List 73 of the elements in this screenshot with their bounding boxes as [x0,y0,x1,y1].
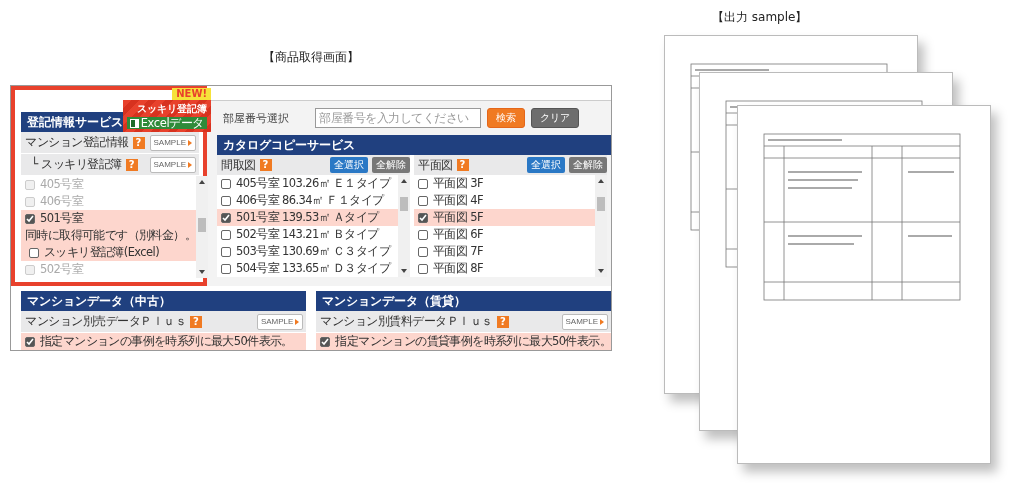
note-text: 同時に取得可能です（別料金）。 [25,228,196,243]
item-label: 平面図 5F [433,210,483,225]
sample-button[interactable]: SAMPLE [561,313,608,330]
section-header: カタログコピーサービス [217,135,611,155]
item-label: 平面図 3F [433,176,483,191]
room-label: 502号室 [40,262,83,277]
item-label: 504号室 133.65㎡ Ｄ３タイプ [236,261,391,276]
scrollbar[interactable] [398,175,410,277]
caret-icon [188,139,192,146]
room-label: 406号室 [40,194,83,209]
new-badge: NEW! [172,88,211,100]
checkbox[interactable] [418,229,428,240]
service-label: └ スッキリ登記簿 [31,156,122,173]
item-label: 503号室 130.69㎡ Ｃ３タイプ [236,244,391,259]
help-icon[interactable]: ? [190,315,202,328]
help-icon[interactable]: ? [125,158,138,171]
section-header: マンションデータ（賃貸） [316,291,611,311]
room-number-field[interactable]: 部屋番号を入力してください [315,108,481,128]
help-icon[interactable]: ? [132,136,145,149]
section-header: マンションデータ（中古） [21,291,307,311]
sample-button[interactable]: SAMPLE [149,156,196,173]
column-title: 間取図 [221,156,256,174]
product-label: マンション別賃料データＰｌｕｓ [320,313,493,330]
checkbox[interactable] [29,247,39,258]
product-label: マンション別売データＰｌｕｓ [25,313,186,330]
item-label: 502号室 143.21㎡ Ｂタイプ [236,227,379,242]
field-label: 部屋番号選択 [223,110,289,126]
checkbox[interactable] [418,212,428,223]
clear-all-button[interactable]: 全解除 [372,157,410,173]
help-icon[interactable]: ? [259,159,272,171]
select-all-button[interactable]: 全選択 [330,157,368,173]
checkbox[interactable] [25,336,35,347]
checkbox[interactable] [221,229,231,240]
checkbox[interactable] [418,246,428,257]
checkbox[interactable] [221,178,231,189]
checkbox[interactable] [418,195,428,206]
room-label: 501号室 [40,211,83,226]
item-label: 平面図 6F [433,227,483,242]
sample-button[interactable]: SAMPLE [149,134,196,151]
spreadsheet-icon [129,118,139,128]
service-label: マンション登記情報 [25,134,129,151]
item-label: 405号室 103.26㎡ Ｅ１タイプ [236,176,391,191]
select-all-button[interactable]: 全選択 [527,157,565,173]
option-label: 指定マンションの賃貸事例を時系列に最大50件表示。 [335,334,611,349]
checkbox[interactable] [221,263,231,274]
clear-button[interactable]: クリア [531,108,579,128]
item-label: 平面図 4F [433,193,483,208]
help-icon[interactable]: ? [496,315,509,328]
item-label: 平面図 8F [433,261,483,276]
item-label: 平面図 7F [433,244,483,259]
clear-all-button[interactable]: 全解除 [569,157,607,173]
checkbox[interactable] [221,212,231,223]
help-icon[interactable]: ? [456,159,469,171]
caret-icon [600,318,604,325]
scrollbar[interactable] [196,176,208,278]
checkbox[interactable] [221,246,231,257]
option-label: スッキリ登記簿(Excel) [44,245,160,260]
checkbox[interactable] [418,263,428,274]
checkbox[interactable] [25,213,35,224]
output-caption: 【出力 sample】 [712,9,808,26]
option-label: 指定マンションの事例を時系列に最大50件表示。 [40,334,293,349]
checkbox[interactable] [320,336,331,347]
room-label: 405号室 [40,177,83,192]
caret-icon [295,318,300,325]
item-label: 501号室 139.53㎡ Ａタイプ [236,210,379,225]
checkbox[interactable] [221,195,231,206]
item-label: 406号室 86.34㎡ Ｆ１タイプ [236,193,384,208]
checkbox[interactable] [418,178,428,189]
search-button[interactable]: 検索 [487,108,525,128]
screen-caption: 【商品取得画面】 [263,49,359,66]
sample-button[interactable]: SAMPLE [256,313,304,330]
caret-icon [188,161,192,168]
column-title: 平面図 [418,156,453,174]
